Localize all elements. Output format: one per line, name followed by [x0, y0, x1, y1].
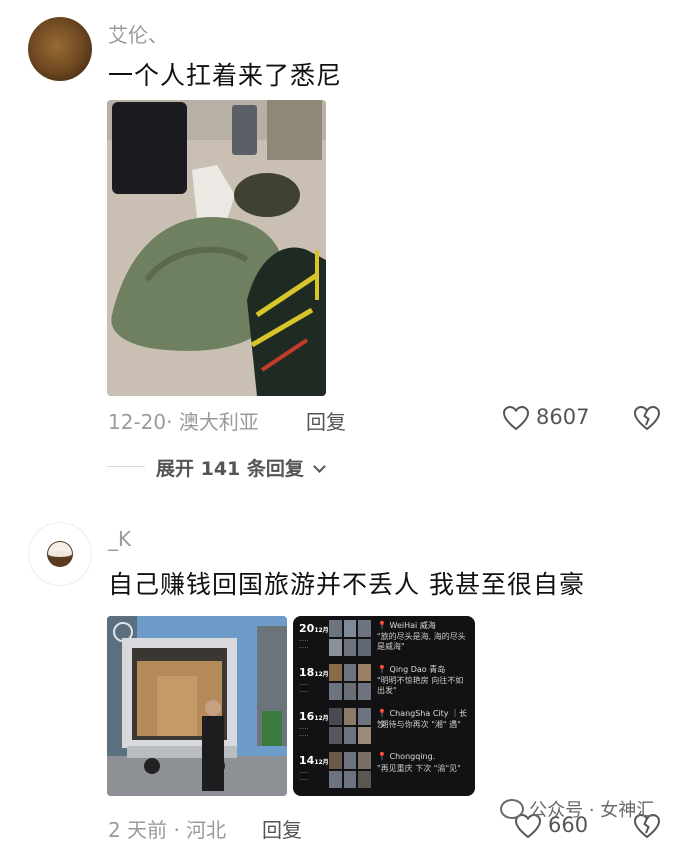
- comment-meta: 2 天前 · 河北: [108, 818, 227, 842]
- like-button[interactable]: 8607: [502, 404, 594, 432]
- like-count: 8607: [536, 405, 590, 429]
- trip-row: 1612月 ····· ····· 📍 ChangSha City ｜长沙 "期待…: [299, 708, 469, 748]
- wechat-icon: [500, 799, 524, 819]
- comment-photo[interactable]: [107, 100, 326, 396]
- trip-itinerary-card[interactable]: 2012月 ····· ····· 📍 WeiHai 威海 "旅的尽头是海, 海的…: [293, 616, 475, 796]
- trip-caption: "再见重庆 下次 "渝"见": [377, 764, 461, 773]
- trip-row: 2012月 ····· ····· 📍 WeiHai 威海 "旅的尽头是海, 海的…: [299, 620, 469, 660]
- avatar[interactable]: [28, 522, 92, 586]
- trip-caption: "期待与你再次 "湘" 遇": [377, 720, 461, 729]
- expand-replies-label: 展开 141 条回复: [156, 458, 304, 480]
- chevron-down-icon: [313, 460, 326, 473]
- trip-caption: "旅的尽头是海, 海的尽头是威海": [377, 632, 466, 651]
- avatar[interactable]: [28, 17, 92, 81]
- expand-divider: [107, 466, 145, 467]
- location-pin-icon: 📍: [377, 621, 387, 630]
- watermark: 公众号 · 女神汇: [500, 796, 655, 821]
- location-pin-icon: 📍: [377, 665, 387, 674]
- truck-photo-illustration: [107, 616, 287, 796]
- trip-caption: "明明不惊艳房 向往不如出发": [377, 676, 464, 695]
- trip-row: 1812月 ····· ····· 📍 Qing Dao 青岛 "明明不惊艳房 向…: [299, 664, 469, 704]
- trip-city: WeiHai 威海: [389, 621, 436, 630]
- trip-city: Chongqing.: [389, 752, 436, 761]
- coconut-icon: [47, 541, 73, 567]
- luggage-photo-illustration: [107, 100, 326, 396]
- trip-row: 1412月 ····· ····· 📍 Chongqing. "再见重庆 下次 "…: [299, 752, 469, 792]
- heart-icon: [502, 405, 530, 431]
- username[interactable]: _K: [108, 527, 131, 551]
- comment-photo[interactable]: [107, 616, 287, 796]
- expand-replies-button[interactable]: 展开 141 条回复: [156, 454, 326, 480]
- location-pin-icon: 📍: [377, 752, 387, 761]
- username[interactable]: 艾伦、: [108, 19, 168, 48]
- reply-button[interactable]: 回复: [262, 814, 302, 843]
- location-pin-icon: 📍: [377, 709, 387, 718]
- dislike-broken-heart-icon[interactable]: [633, 405, 661, 431]
- comment-text: 自己赚钱回国旅游并不丢人 我甚至很自豪: [108, 570, 585, 599]
- trip-city: Qing Dao 青岛: [389, 665, 446, 674]
- comment-text: 一个人扛着来了悉尼: [108, 61, 343, 90]
- comment-meta: 12-20· 澳大利亚: [108, 410, 259, 434]
- watermark-text: 公众号 · 女神汇: [529, 800, 655, 821]
- reply-button[interactable]: 回复: [306, 406, 346, 435]
